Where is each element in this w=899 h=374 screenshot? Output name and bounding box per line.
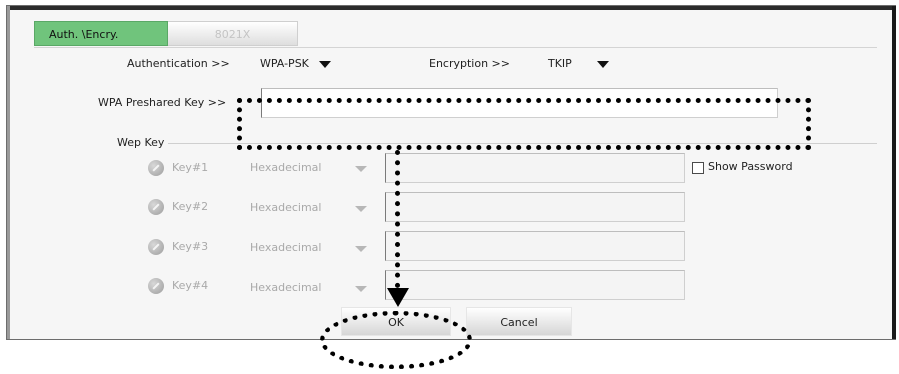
authentication-label: Authentication >> <box>127 57 230 70</box>
arrow-down-icon <box>387 288 409 307</box>
key4-label: Key#4 <box>172 279 209 292</box>
security-dialog: Auth. \Encry. 8021X Authentication >> WP… <box>6 5 896 340</box>
key2-format-dropdown-icon[interactable] <box>355 206 367 212</box>
key4-input[interactable] <box>385 270 685 300</box>
key3-radio-icon[interactable] <box>148 239 164 255</box>
key1-label: Key#1 <box>172 161 209 174</box>
tab-8021x[interactable]: 8021X <box>168 21 298 46</box>
right-border <box>892 6 896 339</box>
guide-dotted-line <box>395 150 400 288</box>
authentication-dropdown-icon[interactable] <box>319 61 331 68</box>
key1-format-dropdown-icon[interactable] <box>355 166 367 172</box>
key3-format[interactable]: Hexadecimal <box>250 241 321 254</box>
key4-radio-icon[interactable] <box>148 278 164 294</box>
key2-input[interactable] <box>385 192 685 222</box>
wep-key-label: Wep Key <box>117 136 165 149</box>
tab-auth-encry[interactable]: Auth. \Encry. <box>34 21 168 46</box>
show-password-label: Show Password <box>708 160 793 173</box>
highlight-rectangle <box>237 98 811 150</box>
highlight-ellipse <box>320 311 472 369</box>
show-password-checkbox[interactable] <box>692 162 704 174</box>
cancel-button[interactable]: Cancel <box>466 307 572 336</box>
key2-format[interactable]: Hexadecimal <box>250 201 321 214</box>
authentication-value[interactable]: WPA-PSK <box>260 57 309 70</box>
key4-format-dropdown-icon[interactable] <box>355 286 367 292</box>
left-border <box>7 6 10 339</box>
key1-radio-icon[interactable] <box>148 160 164 176</box>
wpa-key-label: WPA Preshared Key >> <box>98 96 227 109</box>
key3-format-dropdown-icon[interactable] <box>355 246 367 252</box>
tab-divider <box>34 47 877 48</box>
key1-input[interactable] <box>385 153 685 183</box>
key3-label: Key#3 <box>172 240 209 253</box>
key2-label: Key#2 <box>172 200 209 213</box>
encryption-value[interactable]: TKIP <box>548 57 572 70</box>
encryption-label: Encryption >> <box>429 57 510 70</box>
top-border <box>7 6 895 10</box>
key1-format[interactable]: Hexadecimal <box>250 161 321 174</box>
key2-radio-icon[interactable] <box>148 199 164 215</box>
key3-input[interactable] <box>385 231 685 261</box>
key4-format[interactable]: Hexadecimal <box>250 281 321 294</box>
encryption-dropdown-icon[interactable] <box>597 61 609 68</box>
